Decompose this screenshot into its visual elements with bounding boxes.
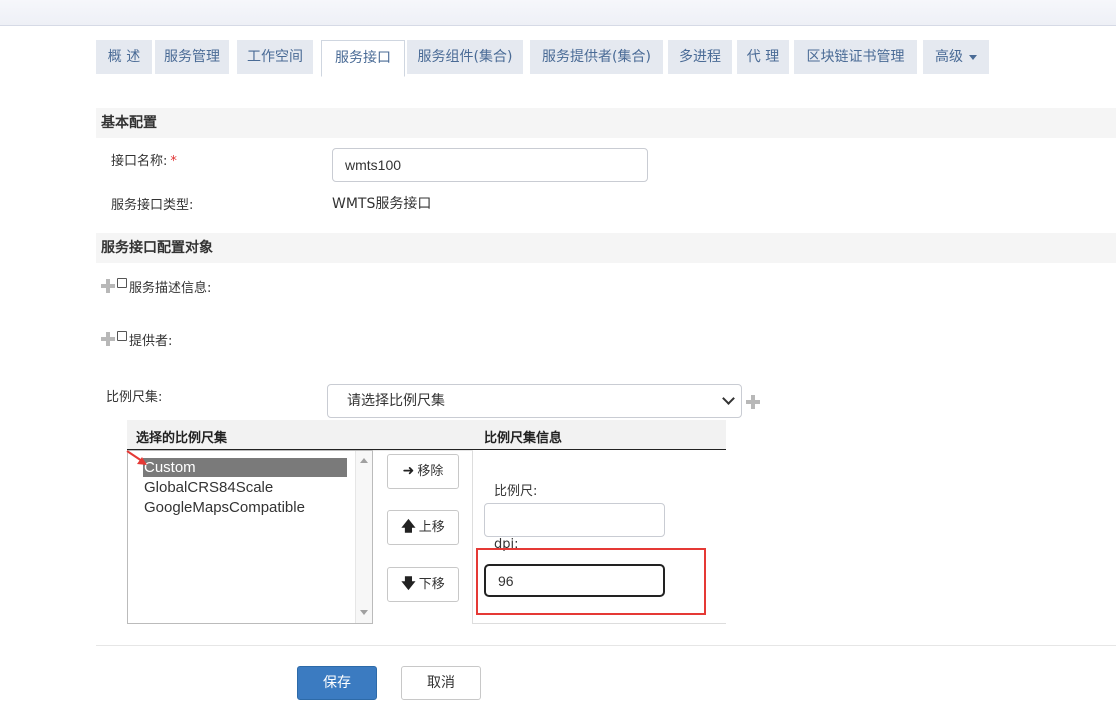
section-interface-config: 服务接口配置对象 [96,233,1116,263]
tab-service-interface[interactable]: 服务接口 [321,40,405,77]
scale-panel-header: 选择的比例尺集 比例尺集信息 [127,420,726,450]
top-bar [0,0,1116,26]
arrow-up-icon: 🡅 [401,519,416,535]
tab-advanced[interactable]: 高级 [923,40,989,74]
scale-set-listbox[interactable]: Custom GlobalCRS84Scale GoogleMapsCompat… [127,450,373,624]
interface-name-input[interactable] [332,148,648,182]
highlight-box [476,548,706,615]
move-up-button-label: 上移 [418,520,445,535]
required-mark: * [170,154,177,169]
move-down-button[interactable]: 🡇 下移 [387,567,459,602]
tab-proxy[interactable]: 代 理 [737,40,789,74]
move-down-button-label: 下移 [418,577,445,592]
interface-name-label-text: 接口名称: [111,154,168,169]
service-desc-label: 服务描述信息: [129,281,212,296]
scale-info-header: 比例尺集信息 [484,431,563,446]
service-desc-checkbox[interactable] [117,278,127,288]
interface-type-label: 服务接口类型: [111,198,194,213]
scroll-up-icon[interactable] [360,458,368,463]
tab-workspace[interactable]: 工作空间 [237,40,313,74]
tab-service-components[interactable]: 服务组件(集合) [407,40,523,74]
move-up-button[interactable]: 🡅 上移 [387,510,459,545]
selected-scale-header: 选择的比例尺集 [136,431,228,446]
arrow-pointer-icon [126,450,147,465]
tab-service-providers[interactable]: 服务提供者(集合) [530,40,663,74]
interface-type-value: WMTS服务接口 [332,196,432,212]
save-button[interactable]: 保存 [297,666,377,700]
list-item[interactable]: Custom [143,458,347,477]
move-buttons-column: ➜ 移除 🡅 上移 🡇 下移 [373,450,473,624]
scroll-down-icon[interactable] [360,610,368,615]
caret-down-icon [969,54,977,60]
scale-label: 比例尺: [494,484,538,499]
divider [96,645,1116,646]
section-config-title: 服务接口配置对象 [101,240,213,256]
scale-set-select-value: 请选择比例尺集 [347,393,445,409]
add-scale-set-icon[interactable] [746,395,760,409]
expand-plus-icon[interactable] [101,332,115,346]
list-item[interactable]: GoogleMapsCompatible [143,498,347,517]
provider-label: 提供者: [129,334,173,349]
interface-name-label: 接口名称: * [111,150,177,169]
section-basic-title: 基本配置 [101,115,157,131]
remove-button-label: 移除 [417,464,444,479]
listbox-scrollbar[interactable] [355,451,372,623]
provider-checkbox[interactable] [117,331,127,341]
tab-blockchain-cert[interactable]: 区块链证书管理 [794,40,917,74]
arrow-right-icon: ➜ [402,463,415,479]
tab-multiprocess[interactable]: 多进程 [668,40,732,74]
tab-overview[interactable]: 概 述 [96,40,152,74]
section-basic-config: 基本配置 [96,108,1116,138]
scale-set-label: 比例尺集: [106,390,163,405]
cancel-button[interactable]: 取消 [401,666,481,700]
chevron-down-icon [722,392,735,405]
expand-plus-icon[interactable] [101,279,115,293]
list-item[interactable]: GlobalCRS84Scale [143,478,347,497]
scale-set-select[interactable]: 请选择比例尺集 [327,384,742,418]
remove-button[interactable]: ➜ 移除 [387,454,459,489]
scale-input[interactable] [484,503,665,537]
arrow-down-icon: 🡇 [401,576,416,592]
tab-service-management[interactable]: 服务管理 [155,40,229,74]
tab-advanced-label: 高级 [935,49,963,65]
